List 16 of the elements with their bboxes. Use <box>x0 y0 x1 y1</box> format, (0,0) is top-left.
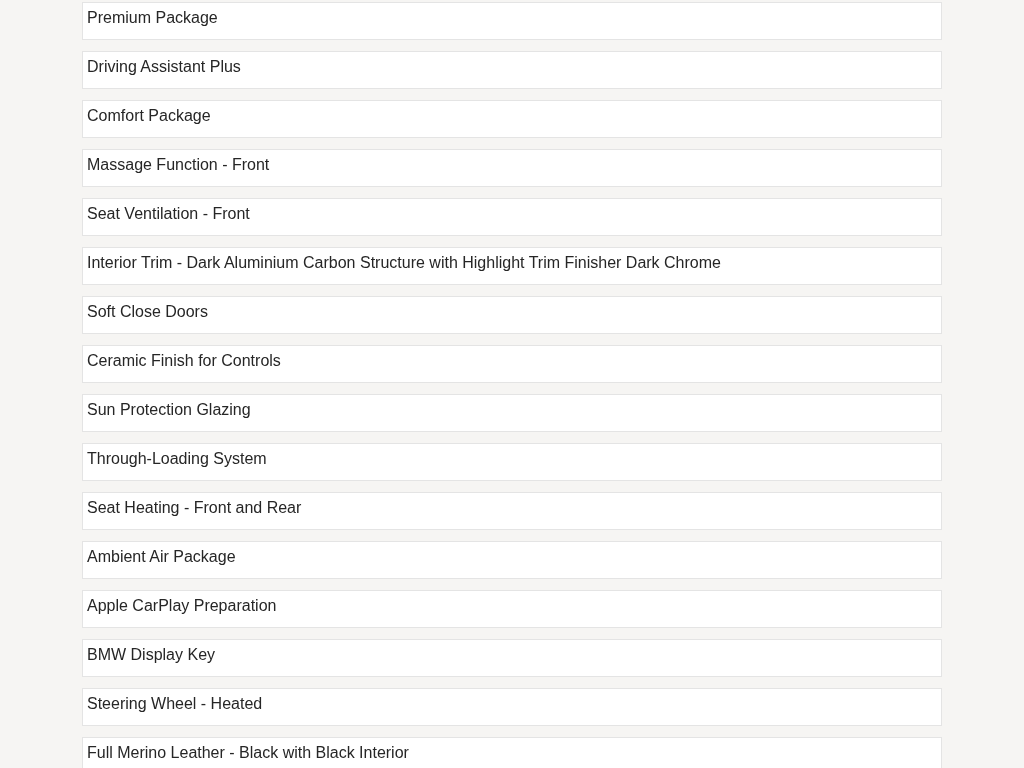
option-row: Sun Protection Glazing <box>82 394 942 432</box>
option-row: Seat Ventilation - Front <box>82 198 942 236</box>
option-row: Soft Close Doors <box>82 296 942 334</box>
option-row: Steering Wheel - Heated <box>82 688 942 726</box>
option-row: Premium Package <box>82 2 942 40</box>
option-row: BMW Display Key <box>82 639 942 677</box>
option-row: Ambient Air Package <box>82 541 942 579</box>
option-row: Full Merino Leather - Black with Black Interior <box>82 737 942 768</box>
option-row: Massage Function - Front <box>82 149 942 187</box>
option-row: Ceramic Finish for Controls <box>82 345 942 383</box>
option-row: Apple CarPlay Preparation <box>82 590 942 628</box>
option-row: Comfort Package <box>82 100 942 138</box>
option-row: Driving Assistant Plus <box>82 51 942 89</box>
option-row: Seat Heating - Front and Rear <box>82 492 942 530</box>
option-row: Through-Loading System <box>82 443 942 481</box>
option-row: Interior Trim - Dark Aluminium Carbon Structure with Highlight Trim Finisher Dark Chrome <box>82 247 942 285</box>
